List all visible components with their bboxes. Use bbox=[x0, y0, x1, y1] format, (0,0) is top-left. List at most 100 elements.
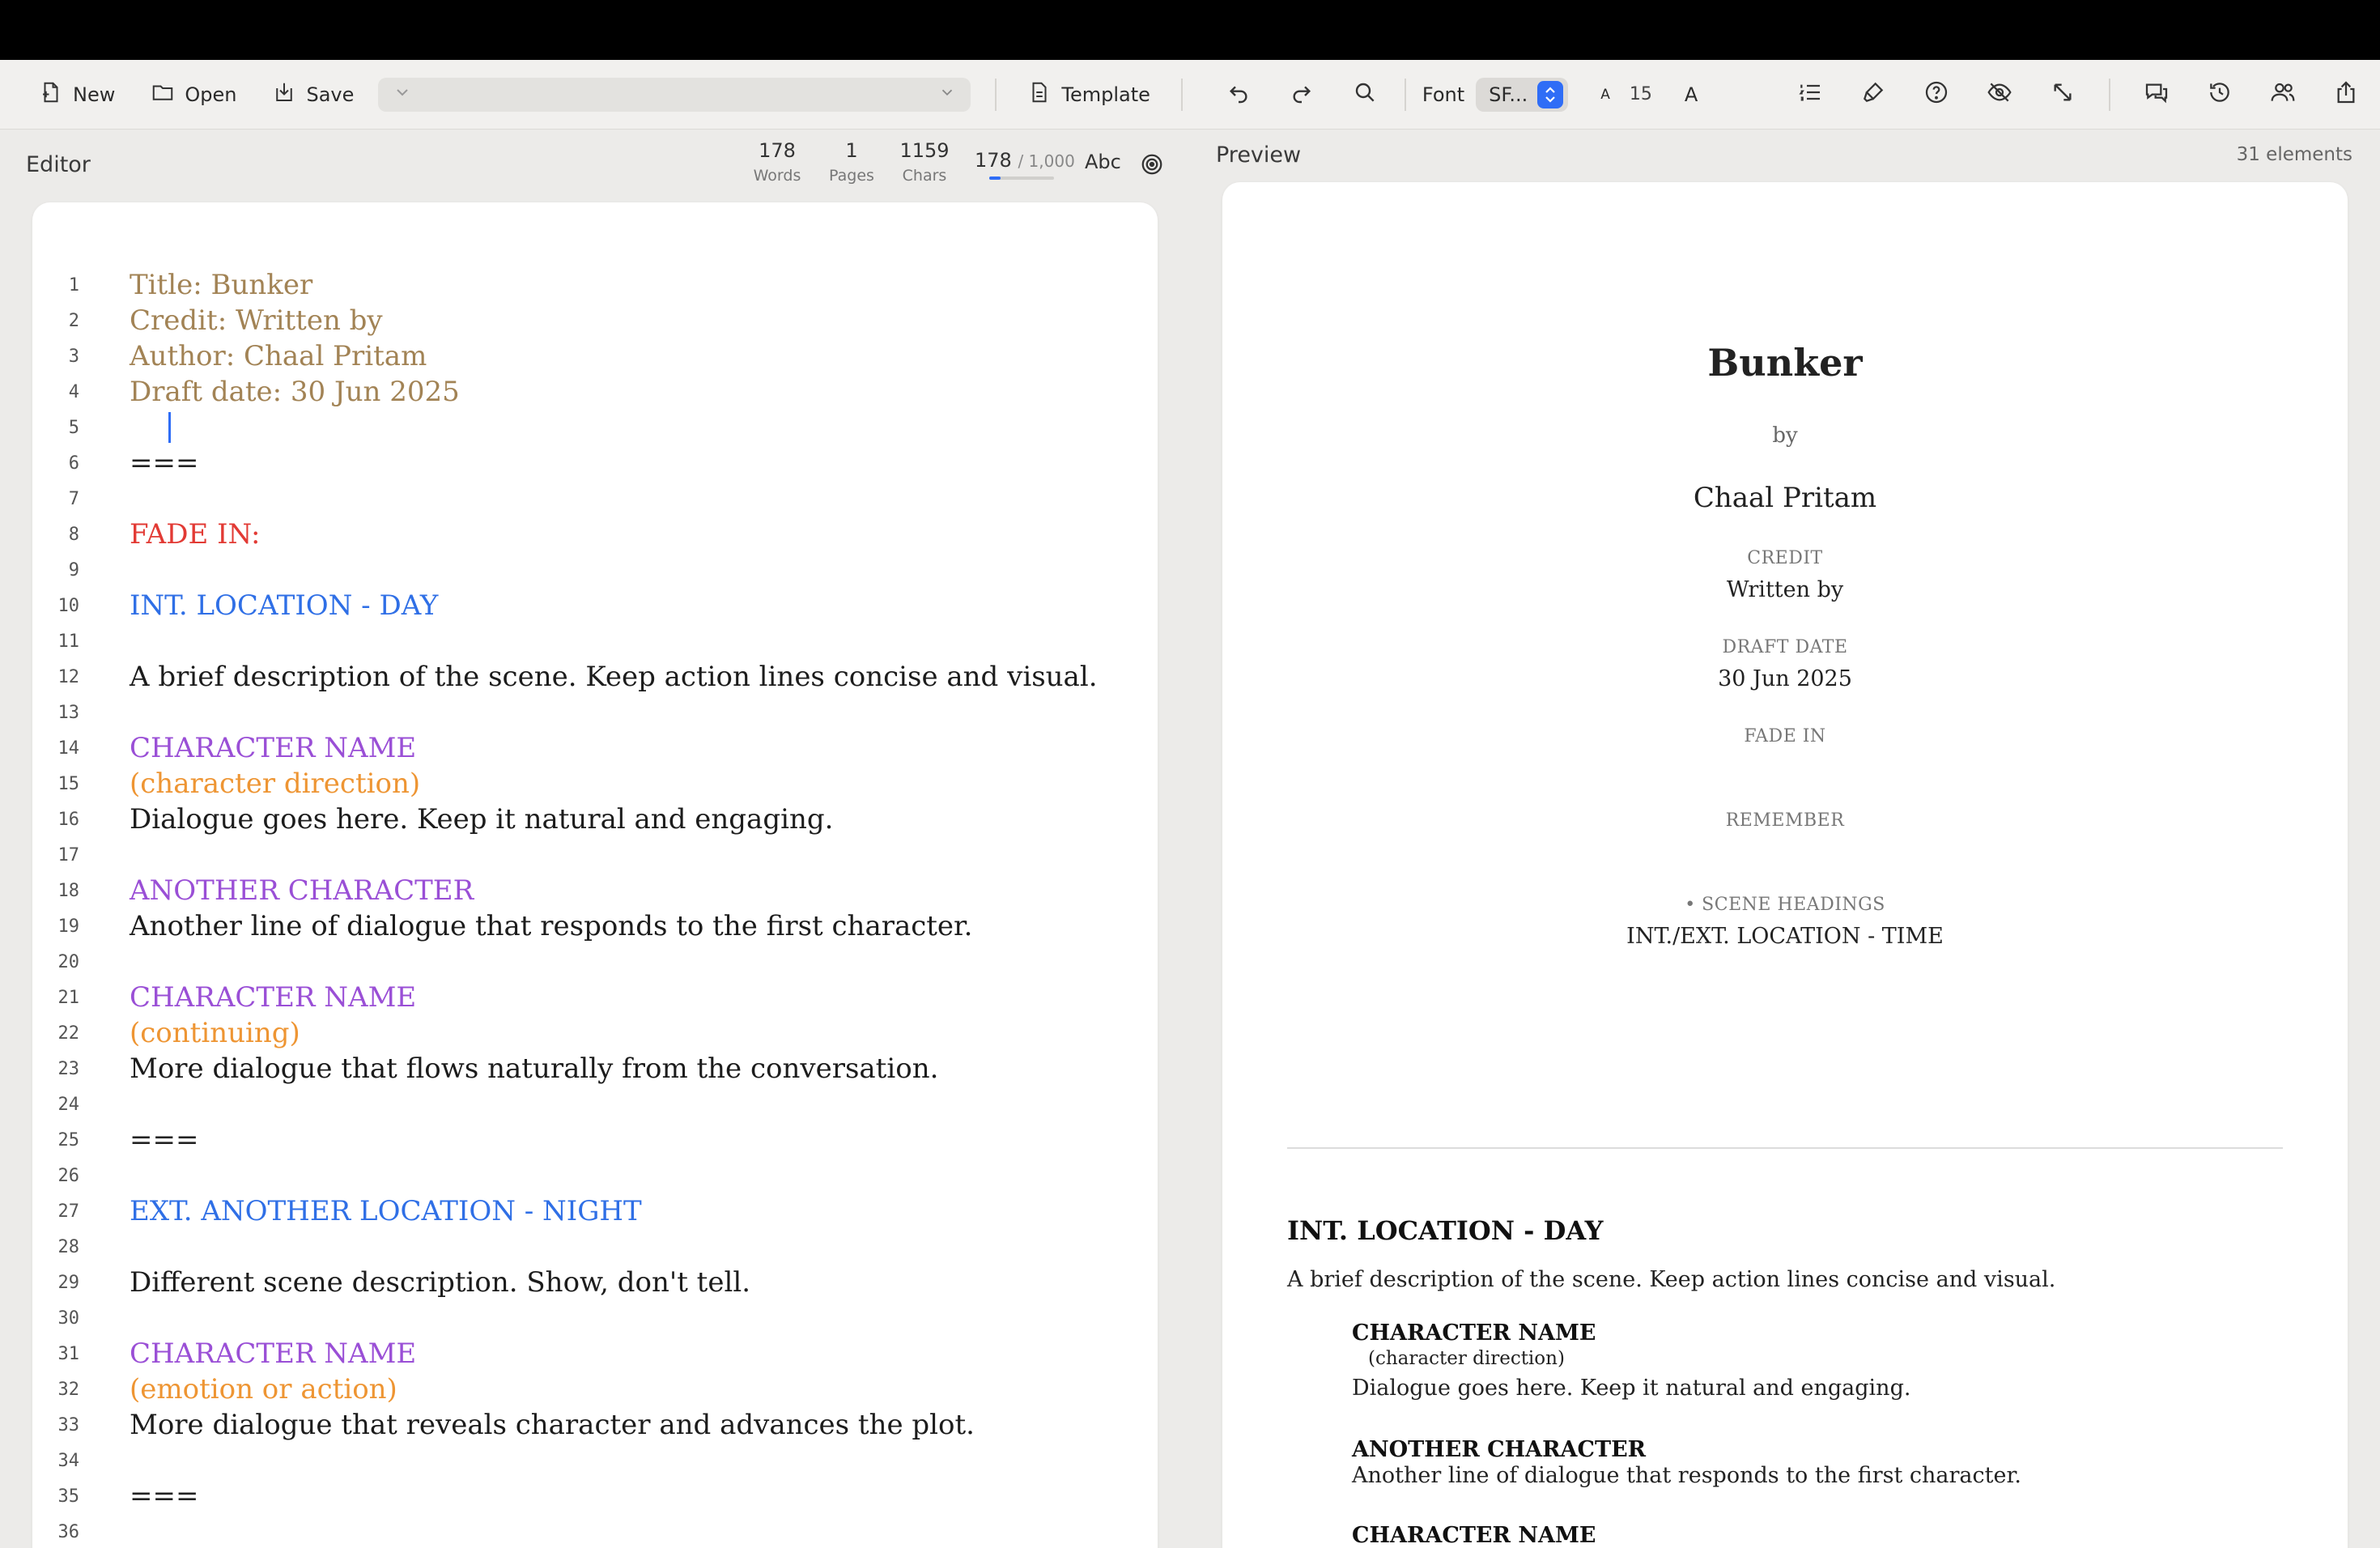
editor-line[interactable]: 11 bbox=[32, 623, 1158, 659]
font-select[interactable]: SF... bbox=[1476, 77, 1569, 112]
help-button[interactable] bbox=[1905, 74, 1968, 115]
editor-line[interactable]: 14 CHARACTER NAME bbox=[32, 730, 1158, 766]
editor-line[interactable]: 24 bbox=[32, 1087, 1158, 1122]
spellcheck-button[interactable]: Abc bbox=[1085, 151, 1121, 173]
editor-line[interactable]: 20 bbox=[32, 944, 1158, 980]
word-goal-target: / 1,000 bbox=[1018, 151, 1075, 171]
editor-line[interactable]: 21 CHARACTER NAME bbox=[32, 980, 1158, 1015]
people-icon bbox=[2270, 79, 2296, 110]
editor-line[interactable]: 35 === bbox=[32, 1478, 1158, 1514]
word-count-label: Words bbox=[753, 167, 801, 185]
undo-button[interactable] bbox=[1207, 74, 1270, 115]
increase-font-button[interactable]: A bbox=[1685, 83, 1698, 106]
editor-line[interactable]: 18 ANOTHER CHARACTER bbox=[32, 873, 1158, 908]
editor-line[interactable]: 31 CHARACTER NAME bbox=[32, 1336, 1158, 1372]
line-text: Title: Bunker bbox=[130, 269, 313, 301]
word-count: 178 Words bbox=[745, 139, 810, 185]
editor-line[interactable]: 19 Another line of dialogue that responds… bbox=[32, 908, 1158, 944]
editor-line[interactable]: 22 (continuing) bbox=[32, 1015, 1158, 1051]
editor-line[interactable]: 30 bbox=[32, 1300, 1158, 1336]
save-button[interactable]: Save bbox=[266, 74, 360, 115]
editor-line[interactable]: 1 Title: Bunker bbox=[32, 267, 1158, 303]
numbered-list-button[interactable] bbox=[1779, 74, 1842, 115]
search-button[interactable] bbox=[1333, 74, 1396, 115]
preview-draft-label: DRAFT DATE bbox=[1722, 637, 1848, 657]
editor-line[interactable]: 13 bbox=[32, 695, 1158, 730]
word-goal-progress bbox=[989, 176, 1054, 180]
line-text: Another line of dialogue that responds t… bbox=[130, 910, 973, 942]
editor-line[interactable]: 10 INT. LOCATION - DAY bbox=[32, 588, 1158, 623]
line-number: 23 bbox=[57, 1058, 80, 1079]
line-number: 9 bbox=[68, 559, 79, 580]
decrease-font-button[interactable]: A bbox=[1600, 87, 1610, 103]
open-button[interactable]: Open bbox=[144, 74, 243, 115]
word-goal-progress-fill bbox=[989, 176, 1001, 180]
line-text: === bbox=[130, 447, 199, 479]
history-button[interactable] bbox=[2188, 74, 2251, 115]
editor-panel[interactable]: 1 Title: Bunker 2 Credit: Written by 3 Author… bbox=[32, 202, 1158, 1548]
editor-line[interactable]: 32 (emotion or action) bbox=[32, 1372, 1158, 1407]
new-label: New bbox=[73, 83, 116, 106]
preview-by: by bbox=[1772, 423, 1798, 448]
document-select[interactable] bbox=[378, 77, 971, 112]
collaborators-button[interactable] bbox=[2251, 74, 2314, 115]
share-button[interactable] bbox=[2314, 74, 2378, 115]
preview-author: Chaal Pritam bbox=[1693, 482, 1877, 514]
toggle-visibility-button[interactable] bbox=[1968, 74, 2031, 115]
preview-character: CHARACTER NAME bbox=[1352, 1320, 1596, 1346]
preview-panel: Bunker by Chaal Pritam CREDIT Written by… bbox=[1222, 182, 2348, 1548]
editor-line[interactable]: 9 bbox=[32, 552, 1158, 588]
line-number: 29 bbox=[57, 1272, 80, 1293]
editor-line[interactable]: 26 bbox=[32, 1158, 1158, 1193]
focus-mode-button[interactable] bbox=[1140, 152, 1164, 181]
redo-button[interactable] bbox=[1270, 74, 1333, 115]
preview-credit-value: Written by bbox=[1726, 577, 1844, 602]
editor-line[interactable]: 25 === bbox=[32, 1122, 1158, 1158]
line-number: 14 bbox=[57, 738, 80, 759]
editor-line[interactable]: 16 Dialogue goes here. Keep it natural an… bbox=[32, 802, 1158, 837]
editor-line[interactable]: 17 bbox=[32, 837, 1158, 873]
editor-line[interactable]: 4 Draft date: 30 Jun 2025 bbox=[32, 374, 1158, 410]
editor-line[interactable]: 28 bbox=[32, 1229, 1158, 1265]
word-goal[interactable]: 178 / 1,000 bbox=[975, 149, 1075, 172]
line-number: 7 bbox=[68, 488, 79, 509]
expand-button[interactable] bbox=[2031, 74, 2094, 115]
editor-line[interactable]: 2 Credit: Written by bbox=[32, 303, 1158, 338]
line-number: 28 bbox=[57, 1236, 80, 1257]
editor-line[interactable]: 6 === bbox=[32, 445, 1158, 481]
comments-button[interactable] bbox=[2125, 74, 2188, 115]
line-number: 10 bbox=[57, 595, 80, 616]
highlighter-button[interactable] bbox=[1842, 74, 1905, 115]
document-icon bbox=[1027, 80, 1052, 109]
editor-line[interactable]: 15 (character direction) bbox=[32, 766, 1158, 802]
editor-title: Editor bbox=[26, 152, 91, 177]
line-number: 2 bbox=[68, 310, 79, 331]
chevron-down-icon bbox=[938, 83, 956, 106]
template-button[interactable]: Template bbox=[1021, 74, 1157, 115]
new-button[interactable]: New bbox=[32, 74, 121, 115]
line-number: 17 bbox=[57, 844, 80, 865]
new-file-icon bbox=[39, 80, 63, 109]
editor-line[interactable]: 23 More dialogue that flows naturally fro… bbox=[32, 1051, 1158, 1087]
editor-line[interactable]: 5 bbox=[32, 410, 1158, 445]
search-icon bbox=[1352, 79, 1378, 110]
line-text: === bbox=[130, 1480, 199, 1512]
editor-line[interactable]: 33 More dialogue that reveals character a… bbox=[32, 1407, 1158, 1443]
editor-line[interactable]: 8 FADE IN: bbox=[32, 517, 1158, 552]
editor-text-area[interactable]: 1 Title: Bunker 2 Credit: Written by 3 Author… bbox=[32, 267, 1158, 1548]
page-divider bbox=[1287, 1147, 2283, 1149]
line-number: 32 bbox=[57, 1379, 80, 1400]
editor-header: Editor 178 Words 1 Pages 1159 Chars 178 … bbox=[0, 130, 1190, 201]
line-number: 18 bbox=[57, 880, 80, 901]
editor-line[interactable]: 27 EXT. ANOTHER LOCATION - NIGHT bbox=[32, 1193, 1158, 1229]
editor-line[interactable]: 7 bbox=[32, 481, 1158, 517]
editor-line[interactable]: 12 A brief description of the scene. Keep… bbox=[32, 659, 1158, 695]
editor-line[interactable]: 36 bbox=[32, 1514, 1158, 1548]
line-number: 15 bbox=[57, 773, 80, 794]
editor-line[interactable]: 34 bbox=[32, 1443, 1158, 1478]
editor-line[interactable]: 3 Author: Chaal Pritam bbox=[32, 338, 1158, 374]
line-text: A brief description of the scene. Keep a… bbox=[130, 661, 1098, 693]
preview-credit-label: CREDIT bbox=[1747, 548, 1823, 568]
line-text: Author: Chaal Pritam bbox=[130, 340, 427, 372]
editor-line[interactable]: 29 Different scene description. Show, don… bbox=[32, 1265, 1158, 1300]
